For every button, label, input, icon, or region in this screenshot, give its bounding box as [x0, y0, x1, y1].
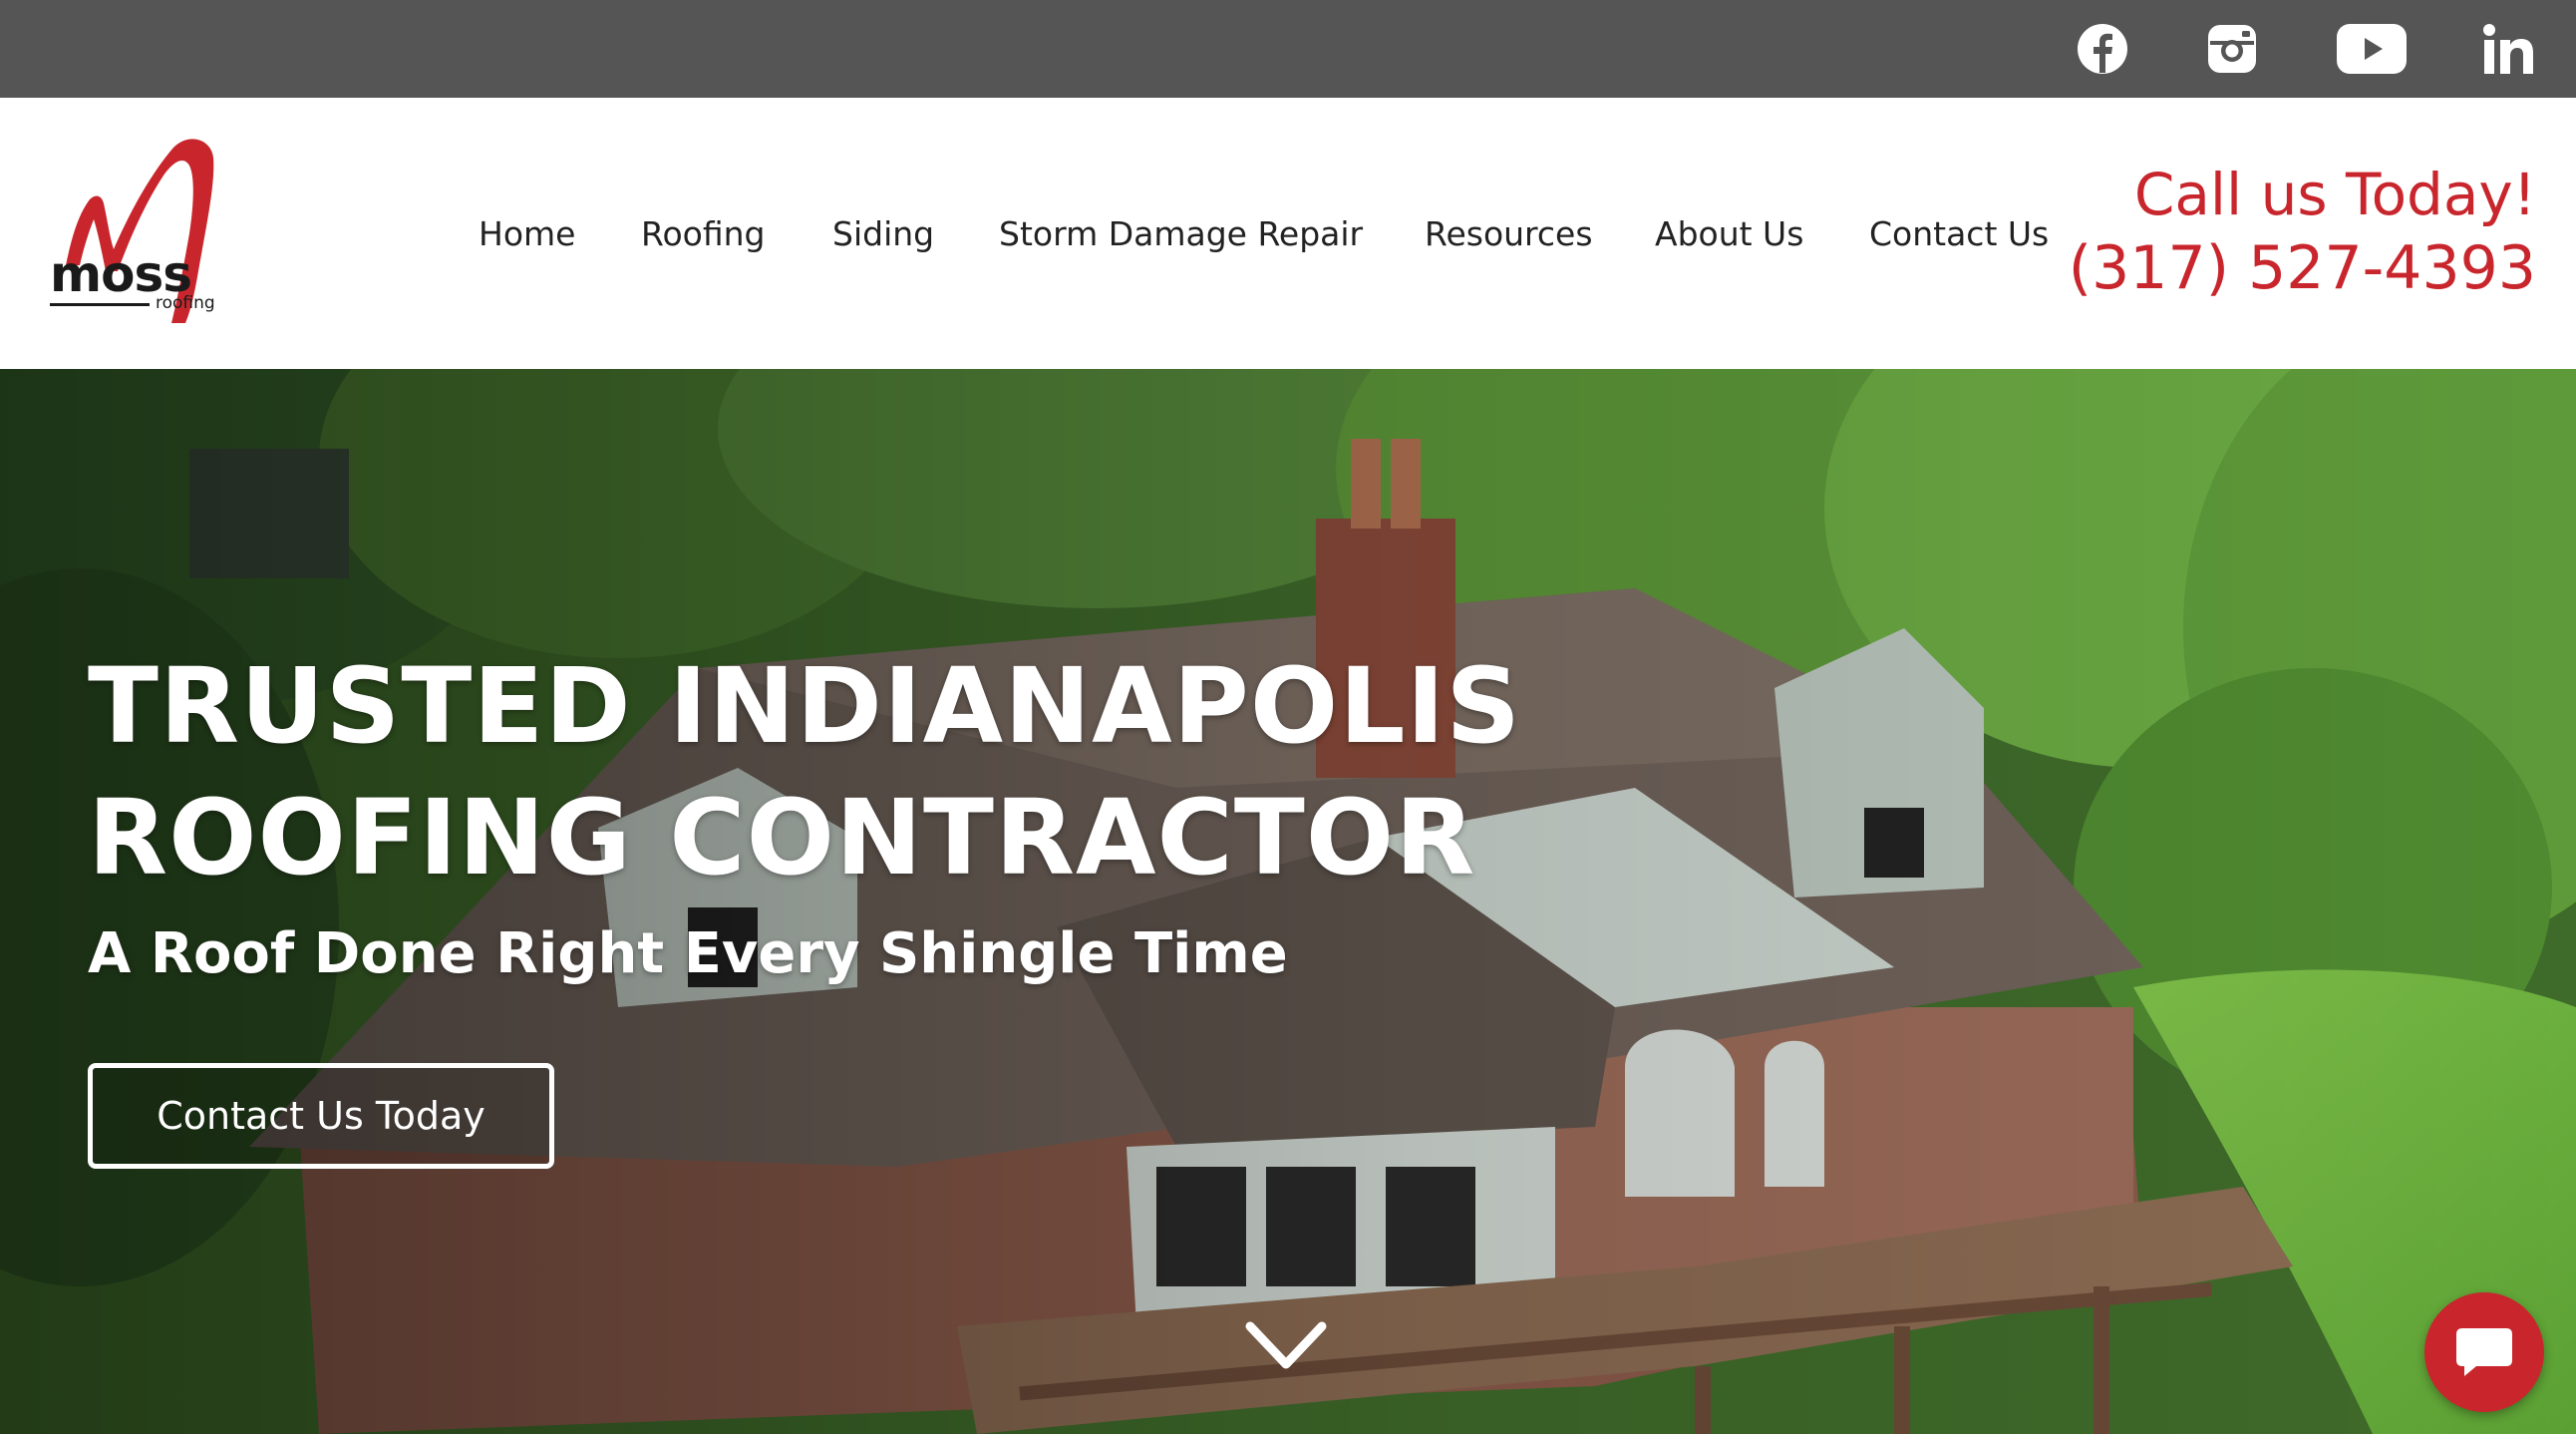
youtube-icon — [2337, 24, 2407, 74]
hero-title-line2: ROOFING CONTRACTOR — [88, 777, 1476, 898]
logo-underline — [50, 303, 150, 306]
facebook-icon — [2078, 24, 2127, 74]
hero-title-line1: TRUSTED INDIANAPOLIS — [88, 645, 1522, 767]
social-top-bar — [0, 0, 2576, 98]
nav-home[interactable]: Home — [479, 98, 575, 369]
facebook-link[interactable] — [2072, 0, 2133, 98]
instagram-link[interactable] — [2201, 0, 2263, 98]
youtube-link[interactable] — [2335, 0, 2409, 98]
moss-roofing-logo[interactable]: moss roofing — [44, 138, 253, 327]
hero-title: TRUSTED INDIANAPOLIS ROOFING CONTRACTOR — [88, 640, 1782, 903]
linkedin-icon — [2483, 24, 2533, 74]
nav-storm-damage-repair[interactable]: Storm Damage Repair — [999, 98, 1363, 369]
phone-number-link[interactable]: (317) 527-4393 — [2069, 231, 2536, 305]
contact-us-today-button[interactable]: Contact Us Today — [88, 1063, 554, 1169]
nav-contact-us[interactable]: Contact Us — [1869, 98, 2049, 369]
chat-widget-button[interactable] — [2424, 1292, 2544, 1412]
hero-banner: TRUSTED INDIANAPOLIS ROOFING CONTRACTOR … — [0, 369, 2576, 1434]
hero-subtitle: A Roof Done Right Every Shingle Time — [88, 921, 1288, 986]
nav-siding[interactable]: Siding — [832, 98, 934, 369]
instagram-icon — [2208, 25, 2256, 73]
call-us-block: Call us Today! (317) 527-4393 — [2069, 158, 2536, 305]
site-header: moss roofing Home Roofing Siding Storm D… — [0, 98, 2576, 369]
nav-about-us[interactable]: About Us — [1655, 98, 1803, 369]
nav-roofing[interactable]: Roofing — [641, 98, 765, 369]
logo-wordmark: moss — [50, 245, 192, 303]
logo-subtext: roofing — [156, 293, 215, 313]
call-us-label: Call us Today! — [2133, 161, 2536, 228]
linkedin-link[interactable] — [2480, 0, 2538, 98]
nav-resources[interactable]: Resources — [1425, 98, 1593, 369]
chat-bubble-icon — [2456, 1328, 2512, 1376]
chevron-down-icon[interactable] — [1244, 1318, 1328, 1374]
